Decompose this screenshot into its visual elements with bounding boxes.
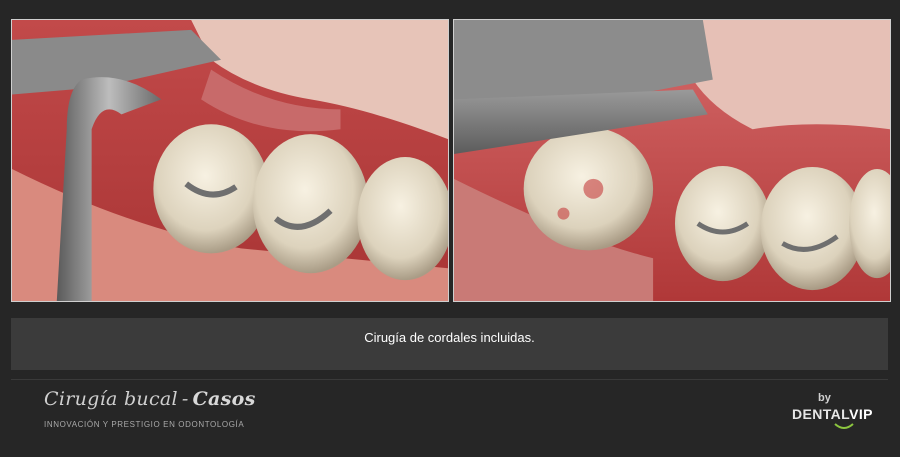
photo-before bbox=[11, 19, 449, 302]
logo-vip-text: VIP bbox=[849, 406, 873, 422]
caption-bar: Cirugía de cordales incluidas. bbox=[11, 318, 888, 370]
photo-after bbox=[453, 19, 891, 302]
caption-text: Cirugía de cordales incluidas. bbox=[364, 330, 535, 345]
footer-title: Cirugía bucal - Casos bbox=[44, 388, 256, 410]
logo-dental-text: DENTAL bbox=[792, 406, 850, 422]
footer-title-main: Cirugía bucal bbox=[44, 388, 178, 410]
dentalvip-logo[interactable]: DENTALVIP bbox=[792, 406, 873, 422]
footer-divider bbox=[11, 379, 888, 380]
footer-title-separator: - bbox=[181, 388, 189, 410]
footer-title-casos: Casos bbox=[192, 388, 256, 410]
footer-subtitle: INNOVACIÓN Y PRESTIGIO EN ODONTOLOGÍA bbox=[44, 420, 245, 429]
smile-icon bbox=[834, 423, 854, 429]
by-label: by bbox=[818, 392, 831, 404]
